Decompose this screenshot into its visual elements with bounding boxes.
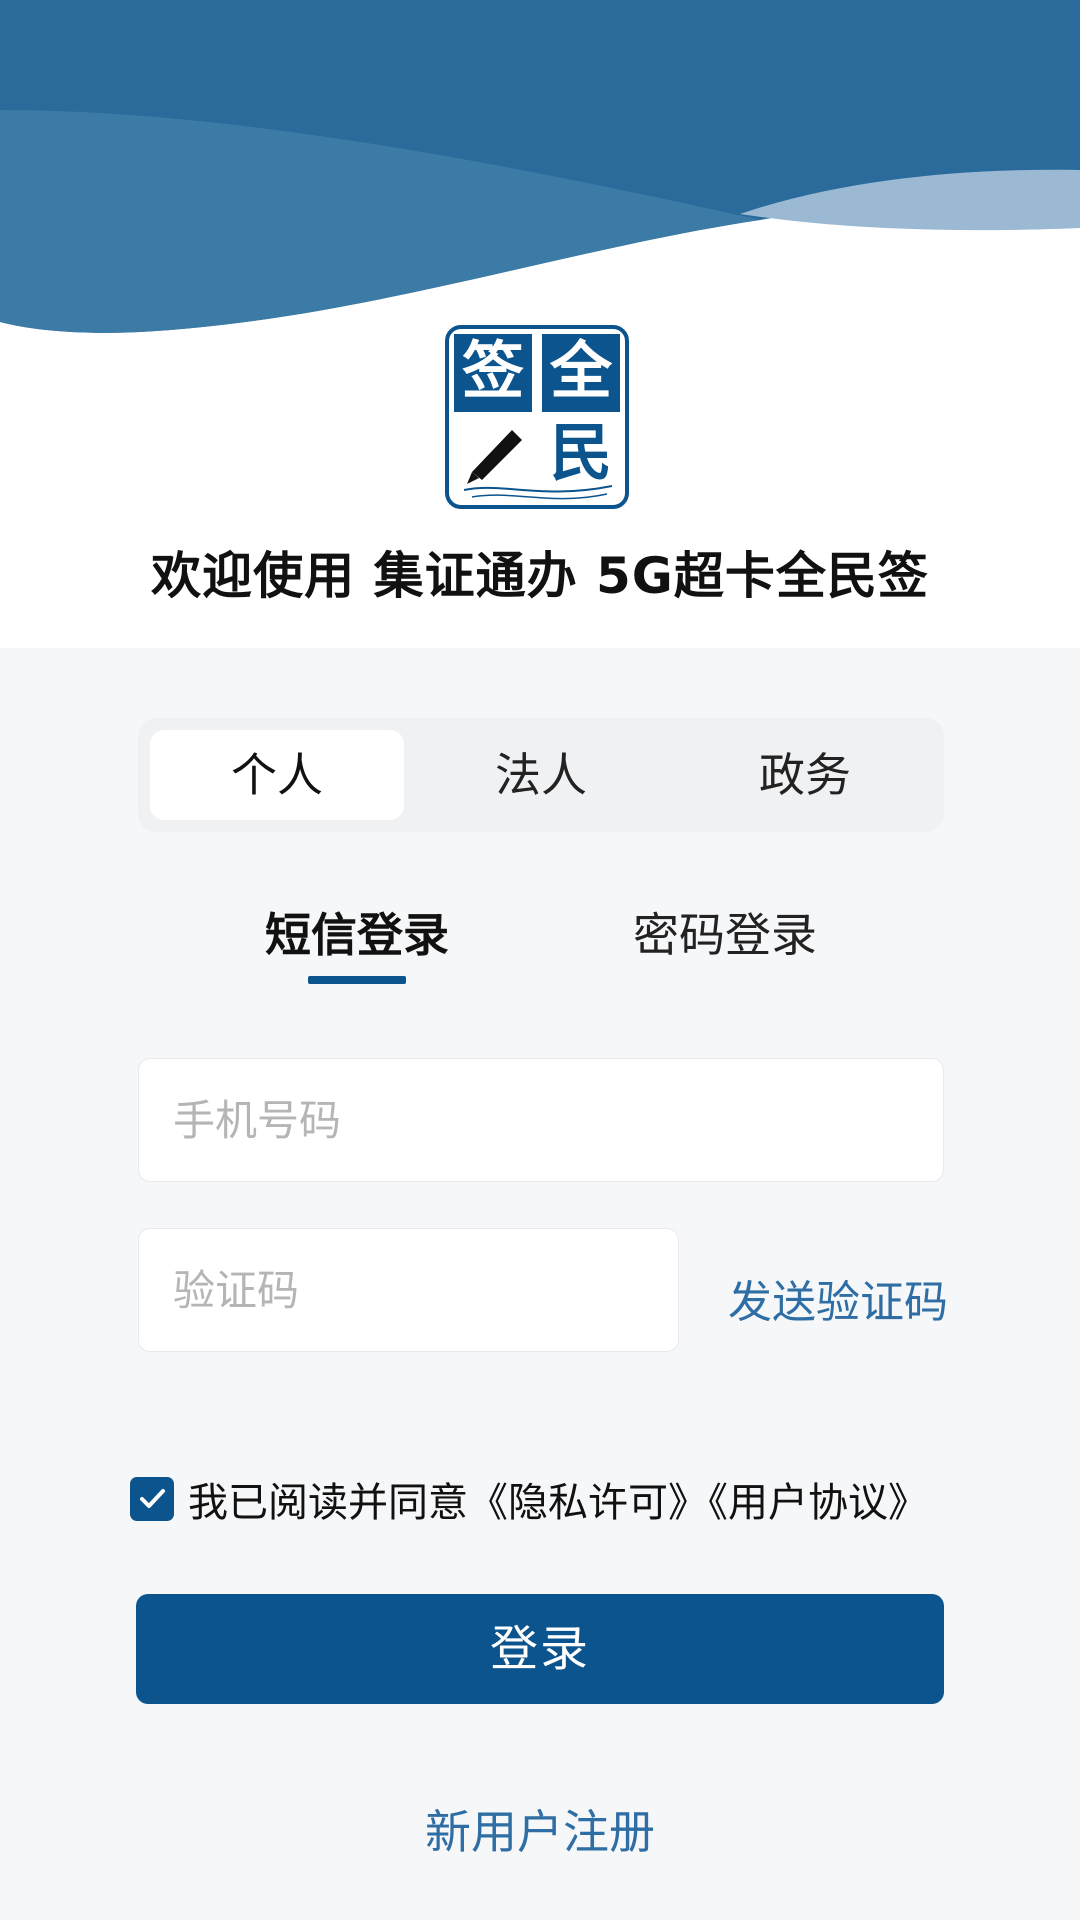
- verification-code-input[interactable]: [139, 1229, 678, 1351]
- tab-sms-login[interactable]: 短信登录: [257, 900, 457, 970]
- logo-char-3: 民: [550, 416, 612, 489]
- logo-char-1: 签: [462, 334, 524, 407]
- agreement-checkbox[interactable]: [130, 1477, 174, 1521]
- check-icon: [140, 1489, 165, 1508]
- register-link[interactable]: 新用户注册: [0, 1796, 1080, 1862]
- logo-char-2: 全: [549, 334, 613, 407]
- agreement-row: 我已阅读并同意《隐私许可》《用户协议》: [130, 1474, 928, 1526]
- agreement-text[interactable]: 我已阅读并同意《隐私许可》《用户协议》: [188, 1470, 928, 1528]
- tab-password-login[interactable]: 密码登录: [625, 900, 825, 970]
- tab-legal-person[interactable]: 法人: [414, 730, 668, 820]
- login-button[interactable]: 登录: [136, 1594, 944, 1704]
- app-logo: 签 全 民: [445, 325, 629, 509]
- send-code-button[interactable]: 发送验证码: [728, 1266, 948, 1330]
- role-tab-bar: 个人 法人 政务: [138, 718, 944, 832]
- tab-government[interactable]: 政务: [678, 730, 932, 820]
- active-tab-indicator: [308, 976, 406, 984]
- phone-input[interactable]: [139, 1059, 943, 1181]
- welcome-title: 欢迎使用 集证通办 5G超卡全民签: [151, 547, 929, 605]
- header-area: 签 全 民 欢迎使用 集证通办 5G超卡全民签: [0, 0, 1080, 648]
- phone-field: [138, 1058, 944, 1182]
- tab-personal[interactable]: 个人: [150, 730, 404, 820]
- code-field: [138, 1228, 679, 1352]
- header-wave-decoration: [0, 0, 1080, 333]
